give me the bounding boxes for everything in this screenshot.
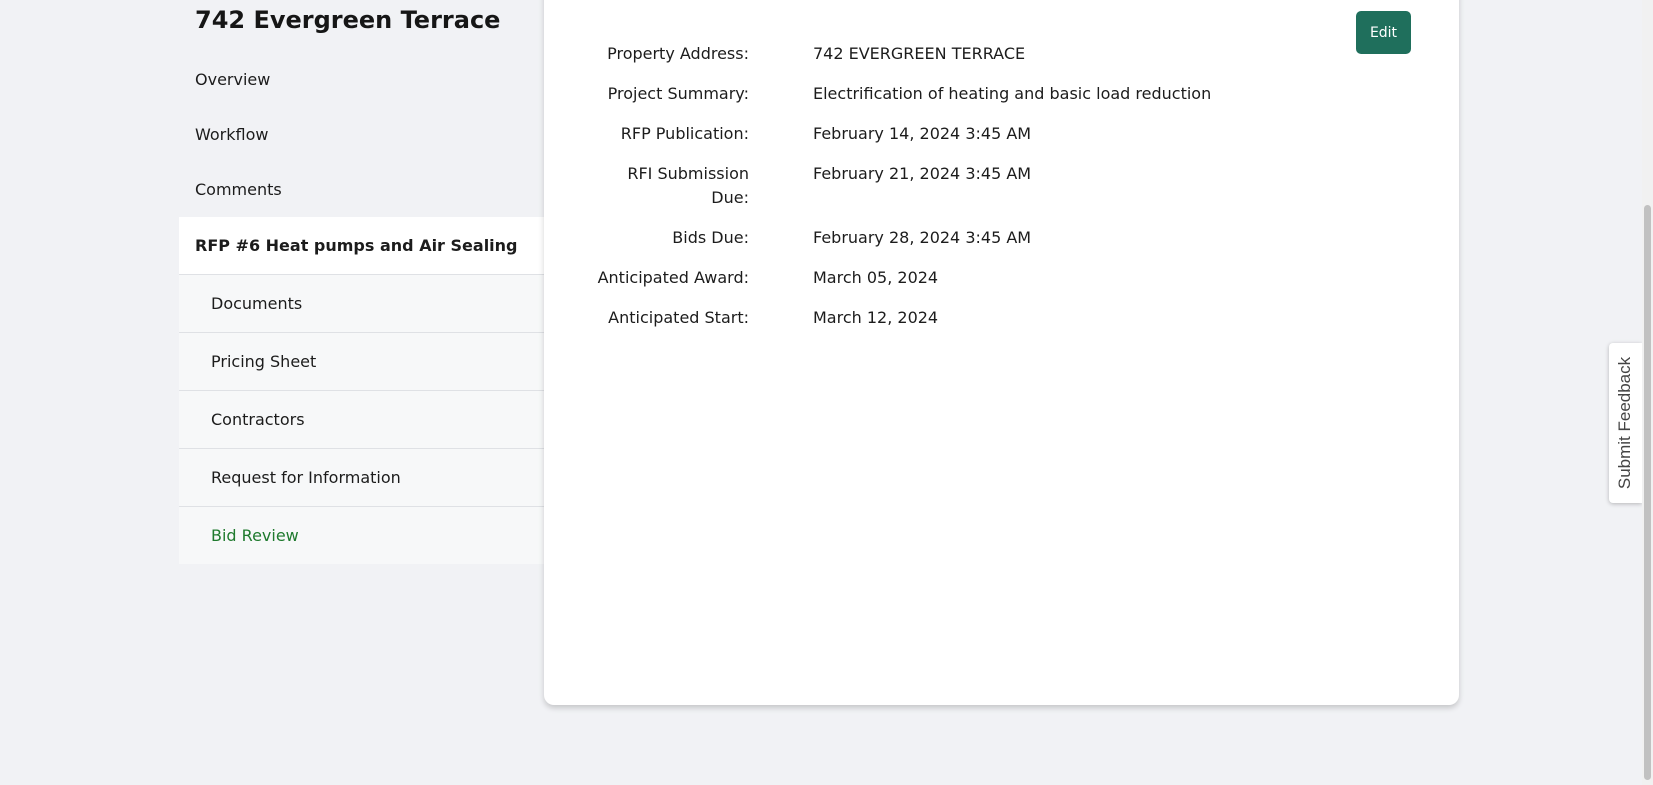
- detail-label: RFI Submission Due:: [627, 164, 749, 207]
- detail-row-anticipated-award: Anticipated Award: March 05, 2024: [544, 266, 1459, 290]
- detail-row-anticipated-start: Anticipated Start: March 12, 2024: [544, 306, 1459, 330]
- sidebar-item-label: RFP #6 Heat pumps and Air Sealing: [195, 236, 518, 255]
- sidebar-item-label: Comments: [195, 180, 282, 199]
- submit-feedback-tab[interactable]: Submit Feedback: [1609, 343, 1642, 503]
- submit-feedback-label: Submit Feedback: [1615, 356, 1635, 490]
- page-scrollbar[interactable]: [1642, 0, 1653, 785]
- detail-value: February 14, 2024 3:45 AM: [813, 124, 1032, 143]
- sidebar-subitem-label: Pricing Sheet: [211, 352, 317, 371]
- sidebar-subitem-label: Request for Information: [211, 468, 401, 487]
- detail-row-bids-due: Bids Due: February 28, 2024 3:45 AM: [544, 226, 1459, 250]
- sidebar-subitem-label: Bid Review: [211, 526, 299, 545]
- sidebar-subitem-bid-review[interactable]: Bid Review: [179, 506, 544, 564]
- detail-value: March 05, 2024: [813, 268, 939, 287]
- detail-label: RFP Publication:: [620, 124, 749, 143]
- detail-row-rfp-publication: RFP Publication: February 14, 2024 3:45 …: [544, 122, 1459, 146]
- sidebar-item-label: Workflow: [195, 125, 269, 144]
- page-title: 742 Evergreen Terrace: [195, 6, 501, 34]
- detail-row-project-summary: Project Summary: Electrification of heat…: [544, 82, 1459, 106]
- detail-value: February 28, 2024 3:45 AM: [813, 228, 1032, 247]
- sidebar-subitem-request-for-information[interactable]: Request for Information: [179, 448, 544, 506]
- sidebar-item-label: Overview: [195, 70, 271, 89]
- details-list: Property Address: 742 EVERGREEN TERRACE …: [544, 42, 1459, 346]
- sidebar-subitem-label: Contractors: [211, 410, 305, 429]
- scrollbar-thumb[interactable]: [1644, 205, 1651, 780]
- sidebar-subitem-label: Documents: [211, 294, 303, 313]
- sidebar-subitem-pricing-sheet[interactable]: Pricing Sheet: [179, 332, 544, 390]
- detail-row-property-address: Property Address: 742 EVERGREEN TERRACE: [544, 42, 1459, 66]
- detail-value: March 12, 2024: [813, 308, 939, 327]
- detail-label: Anticipated Award:: [597, 268, 749, 287]
- detail-label: Project Summary:: [607, 84, 749, 103]
- detail-value: February 21, 2024 3:45 AM: [813, 164, 1032, 183]
- sidebar-item-comments[interactable]: Comments: [179, 162, 544, 217]
- detail-label: Property Address:: [607, 44, 749, 63]
- sidebar: Overview Workflow Comments RFP #6 Heat p…: [179, 52, 544, 564]
- detail-value: Electrification of heating and basic loa…: [813, 84, 1212, 103]
- detail-value: 742 EVERGREEN TERRACE: [813, 44, 1026, 63]
- detail-label: Bids Due:: [672, 228, 749, 247]
- sidebar-item-rfp[interactable]: RFP #6 Heat pumps and Air Sealing: [179, 217, 544, 274]
- detail-row-rfi-submission-due: RFI Submission Due: February 21, 2024 3:…: [544, 162, 1459, 210]
- sidebar-item-overview[interactable]: Overview: [179, 52, 544, 107]
- detail-label: Anticipated Start:: [608, 308, 749, 327]
- sidebar-subitem-contractors[interactable]: Contractors: [179, 390, 544, 448]
- sidebar-subitem-documents[interactable]: Documents: [179, 274, 544, 332]
- sidebar-item-workflow[interactable]: Workflow: [179, 107, 544, 162]
- rfp-details-card: Edit Property Address: 742 EVERGREEN TER…: [544, 0, 1459, 705]
